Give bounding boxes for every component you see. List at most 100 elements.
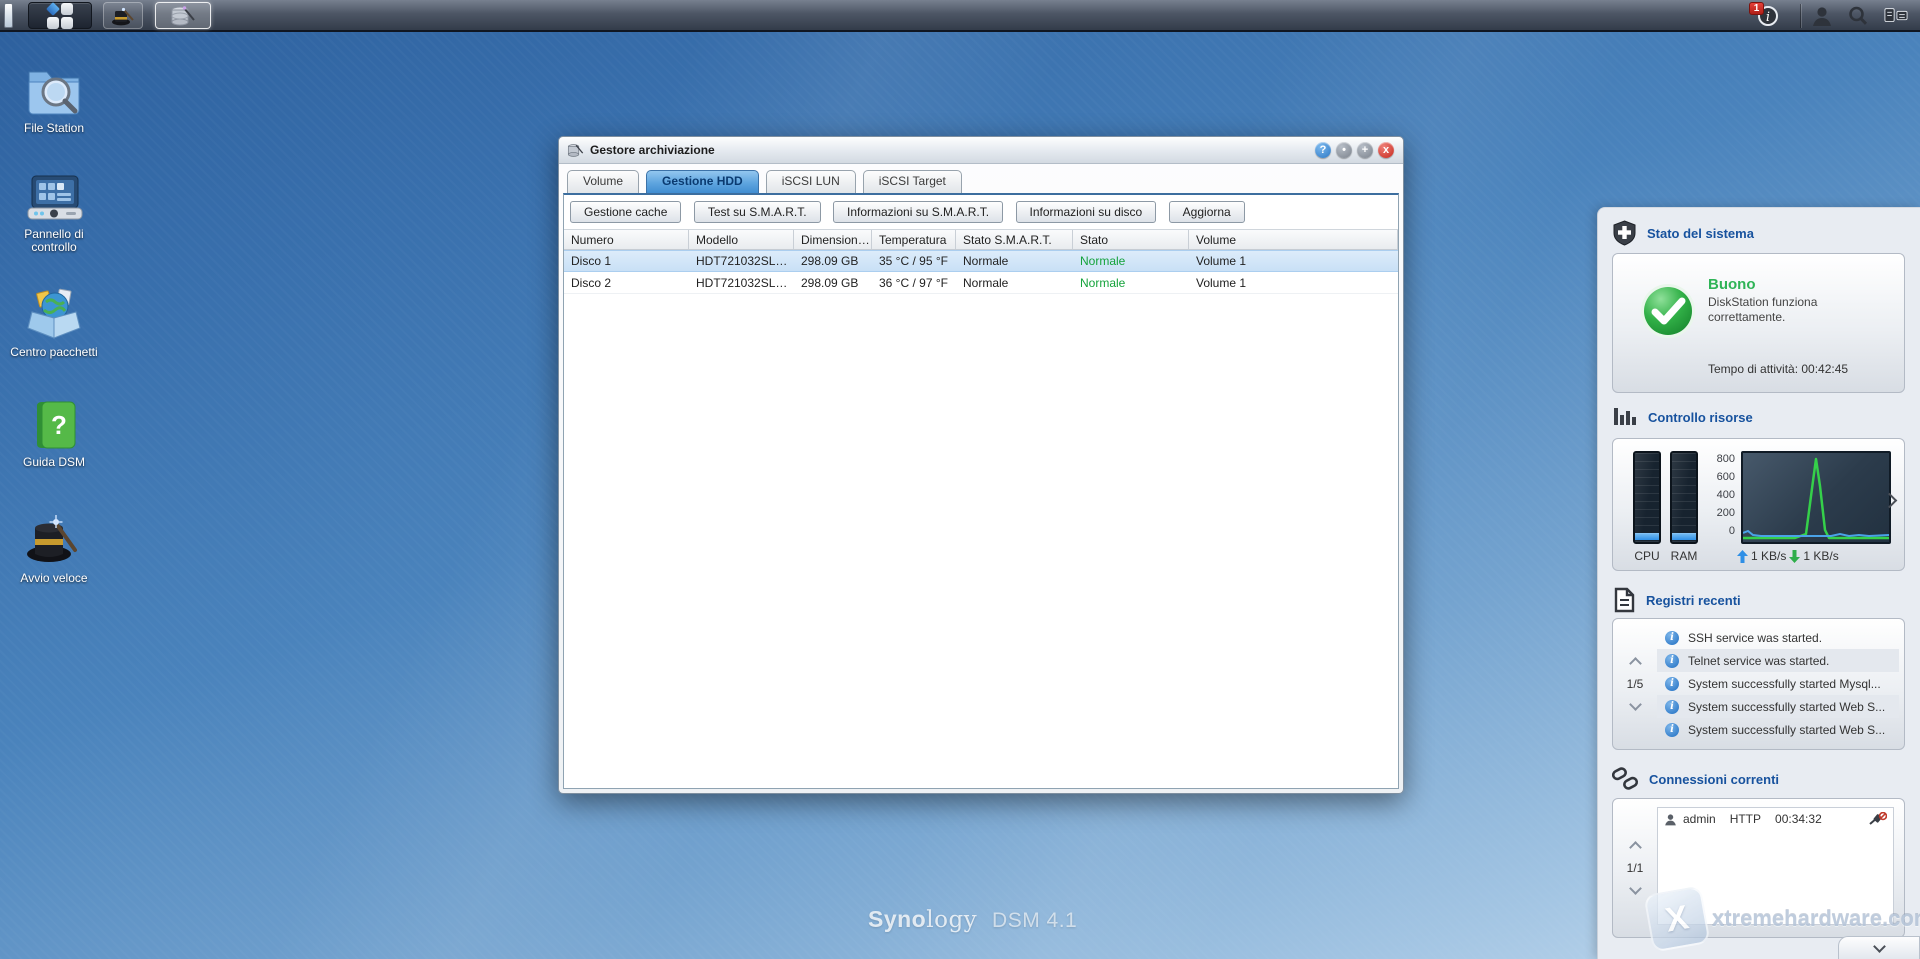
col-header-temperatura[interactable]: Temperatura — [872, 230, 956, 249]
tab-iscsi-target[interactable]: iSCSI Target — [863, 170, 962, 194]
log-text: System successfully started Web S... — [1688, 700, 1885, 714]
svg-text:i: i — [1766, 10, 1770, 25]
main-menu-button[interactable] — [28, 2, 92, 29]
log-text: Telnet service was started. — [1688, 654, 1829, 668]
desktop-icon-label: File Station — [6, 122, 102, 135]
dsm-watermark: Synology DSM 4.1 — [868, 906, 1077, 933]
status-ok-check-icon — [1639, 282, 1697, 340]
connections-panel: 1/1 admin HTTP 00:34:32 — [1612, 798, 1905, 938]
disk-info-button[interactable]: Informazioni su disco — [1016, 201, 1157, 223]
cell-dimensioni: 298.09 GB — [794, 254, 872, 268]
pilot-view-icon — [1884, 6, 1908, 26]
window-help-button[interactable]: ? — [1315, 142, 1331, 158]
desktop-icon-dsm-help[interactable]: ? Guida DSM — [6, 400, 102, 469]
log-text: SSH service was started. — [1688, 631, 1822, 645]
network-graph — [1741, 451, 1891, 544]
upload-arrow-icon — [1737, 550, 1748, 563]
log-row[interactable]: i System successfully started Web S... — [1657, 718, 1899, 741]
system-status-value: Buono — [1708, 276, 1883, 293]
col-header-dimensioni[interactable]: Dimensioni di... — [794, 230, 872, 249]
tab-gestione-hdd[interactable]: Gestione HDD — [646, 170, 759, 194]
cell-smart: Normale — [956, 276, 1073, 290]
tab-iscsi-lun[interactable]: iSCSI LUN — [766, 170, 856, 194]
logs-page-up[interactable] — [1629, 657, 1642, 670]
connections-page-up[interactable] — [1629, 841, 1642, 854]
connection-protocol: HTTP — [1730, 812, 1761, 826]
ram-label: RAM — [1660, 549, 1708, 563]
info-icon: i — [1665, 700, 1679, 714]
recent-logs-panel: 1/5 i SSH service was started. i Telnet … — [1612, 618, 1905, 750]
window-close-button[interactable]: x — [1378, 142, 1394, 158]
connections-list: admin HTTP 00:34:32 — [1657, 807, 1894, 925]
network-rates: 1 KB/s 1 KB/s — [1737, 549, 1839, 563]
desktop-icon-control-panel[interactable]: Pannello di controllo — [6, 172, 102, 254]
desktop-icon-file-station[interactable]: File Station — [6, 60, 102, 135]
info-icon: i — [1665, 677, 1679, 691]
chevron-down-icon — [1873, 940, 1886, 953]
user-options-button[interactable] — [1810, 5, 1834, 27]
col-header-volume[interactable]: Volume — [1189, 230, 1398, 249]
connection-user: admin — [1683, 812, 1716, 826]
log-text: System successfully started Web S... — [1688, 723, 1885, 737]
desktop-icon-package-center[interactable]: Centro pacchetti — [6, 288, 102, 359]
info-icon: i — [1665, 723, 1679, 737]
refresh-button[interactable]: Aggiorna — [1169, 201, 1245, 223]
tab-volume[interactable]: Volume — [567, 170, 639, 194]
cell-modello: HDT721032SLA360 — [689, 276, 794, 290]
pilot-view-button[interactable] — [1884, 5, 1908, 27]
log-row[interactable]: i Telnet service was started. — [1657, 649, 1899, 672]
window-minimize-button[interactable]: • — [1336, 142, 1352, 158]
resource-monitor-title: Controllo risorse — [1648, 410, 1753, 425]
cell-stato: Normale — [1073, 254, 1189, 268]
taskbar-storage-manager-button[interactable] — [155, 2, 211, 29]
col-header-numero[interactable]: Numero — [564, 230, 689, 249]
show-desktop-button[interactable] — [4, 3, 13, 28]
synology-logo-bold: Syno — [868, 906, 926, 932]
storage-manager-window: Gestore archiviazione ? • + x Volume Ges… — [558, 136, 1404, 794]
resource-monitor-header: Controllo risorse — [1612, 406, 1753, 428]
search-button[interactable] — [1846, 5, 1870, 27]
col-header-stato-smart[interactable]: Stato S.M.A.R.T. — [956, 230, 1073, 249]
taskbar-quick-start-button[interactable] — [103, 2, 143, 29]
info-icon: i — [1665, 654, 1679, 668]
table-row-disk-2[interactable]: Disco 2 HDT721032SLA360 298.09 GB 36 °C … — [564, 272, 1398, 294]
log-row[interactable]: i SSH service was started. — [1657, 626, 1899, 649]
uptime-label: Tempo di attività: 00:42:45 — [1708, 362, 1848, 376]
sidebar-collapse-button[interactable] — [1838, 936, 1920, 959]
axis-tick-0: 0 — [1709, 525, 1735, 537]
search-icon — [1847, 5, 1869, 27]
smart-info-button[interactable]: Informazioni su S.M.A.R.T. — [833, 201, 1003, 223]
log-row[interactable]: i System successfully started Mysql... — [1657, 672, 1899, 695]
desktop-background: 1 i — [0, 0, 1920, 959]
link-icon — [1612, 767, 1639, 791]
cell-stato: Normale — [1073, 276, 1189, 290]
col-header-modello[interactable]: Modello — [689, 230, 794, 249]
kill-connection-icon[interactable] — [1869, 812, 1887, 826]
table-row-disk-1[interactable]: Disco 1 HDT721032SLA360 298.09 GB 35 °C … — [564, 250, 1398, 272]
log-document-icon — [1612, 587, 1636, 613]
system-status-panel: Buono DiskStation funziona correttamente… — [1612, 253, 1905, 393]
log-list: i SSH service was started. i Telnet serv… — [1657, 626, 1899, 741]
connection-row[interactable]: admin HTTP 00:34:32 — [1658, 808, 1893, 830]
window-maximize-button[interactable]: + — [1357, 142, 1373, 158]
connections-page-down[interactable] — [1629, 882, 1642, 895]
desktop-icon-label: Avvio veloce — [6, 572, 102, 585]
axis-tick-800: 800 — [1709, 453, 1735, 465]
connections-header: Connessioni correnti — [1612, 767, 1779, 791]
cache-management-button[interactable]: Gestione cache — [570, 201, 681, 223]
log-row[interactable]: i System successfully started Web S... — [1657, 695, 1899, 718]
download-rate: 1 KB/s — [1803, 549, 1838, 563]
dsm-help-icon: ? — [27, 400, 81, 452]
desktop-icon-label: Centro pacchetti — [6, 346, 102, 359]
logs-page-down[interactable] — [1629, 698, 1642, 711]
desktop-icon-quick-start[interactable]: Avvio veloce — [6, 512, 102, 585]
smart-test-button[interactable]: Test su S.M.A.R.T. — [694, 201, 821, 223]
system-status-header: Stato del sistema — [1612, 220, 1754, 246]
cpu-gauge — [1633, 451, 1661, 544]
col-header-stato[interactable]: Stato — [1073, 230, 1189, 249]
desktop-icon-label: Guida DSM — [6, 456, 102, 469]
window-title: Gestore archiviazione — [590, 143, 715, 157]
main-menu-icon — [47, 3, 73, 29]
logs-page-indicator: 1/5 — [1627, 677, 1644, 691]
window-titlebar[interactable]: Gestore archiviazione ? • + x — [559, 137, 1403, 164]
